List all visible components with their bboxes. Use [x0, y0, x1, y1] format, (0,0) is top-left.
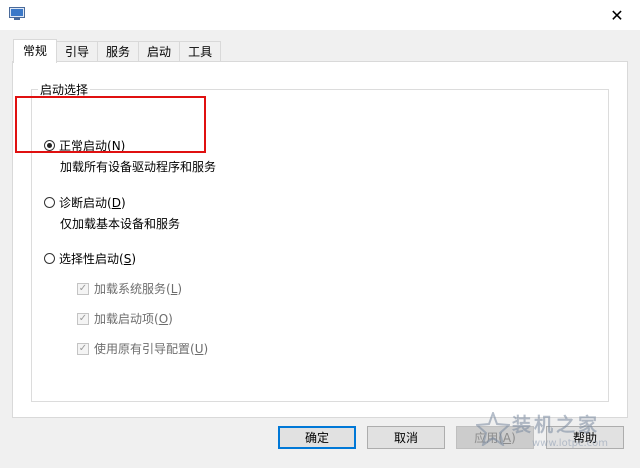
- diagnostic-startup-description: 仅加载基本设备和服务: [60, 217, 181, 231]
- dialog-client-area: 常规 引导 服务 启动 工具 启动选择 正常启动(N) 加载所有设备驱动程序和服…: [0, 30, 640, 468]
- startup-selection-group: 启动选择 正常启动(N) 加载所有设备驱动程序和服务 诊断启动(D) 仅加载基本…: [31, 81, 609, 402]
- radio-diagnostic-startup[interactable]: 诊断启动(D): [44, 194, 126, 211]
- tab-general[interactable]: 常规: [13, 39, 58, 63]
- checkmark-icon: ✓: [77, 342, 89, 355]
- radio-normal-startup[interactable]: 正常启动(N): [44, 137, 125, 154]
- tab-label: 服务: [106, 45, 131, 59]
- checkbox-label: 加载启动项(O): [94, 312, 173, 326]
- group-legend: 启动选择: [38, 81, 91, 98]
- tab-label: 工具: [188, 45, 213, 59]
- tab-startup[interactable]: 启动: [138, 41, 181, 62]
- tab-boot[interactable]: 引导: [56, 41, 99, 62]
- general-tab-panel: 启动选择 正常启动(N) 加载所有设备驱动程序和服务 诊断启动(D) 仅加载基本…: [12, 61, 628, 418]
- tab-strip: 常规 引导 服务 启动 工具: [13, 39, 222, 63]
- checkbox-load-startup-items[interactable]: ✓ 加载启动项(O): [77, 310, 173, 327]
- tab-services[interactable]: 服务: [97, 41, 140, 62]
- radio-label: 正常启动(N): [59, 139, 126, 153]
- msconfig-icon: [9, 7, 25, 20]
- normal-startup-description: 加载所有设备驱动程序和服务: [60, 160, 217, 174]
- button-label: 应用(A): [474, 431, 516, 445]
- tab-label: 引导: [65, 45, 90, 59]
- checkmark-icon: ✓: [77, 282, 89, 295]
- cancel-button[interactable]: 取消: [367, 426, 445, 449]
- button-label: 确定: [304, 431, 329, 445]
- checkmark-icon: ✓: [77, 312, 89, 325]
- tab-label: 启动: [147, 45, 172, 59]
- radio-selective-startup[interactable]: 选择性启动(S): [44, 250, 136, 267]
- radio-checked-icon: [44, 140, 55, 151]
- tab-tools[interactable]: 工具: [179, 41, 222, 62]
- ok-button[interactable]: 确定: [278, 426, 356, 449]
- button-label: 帮助: [572, 431, 597, 445]
- radio-unchecked-icon: [44, 197, 55, 208]
- close-icon: ✕: [610, 5, 624, 25]
- close-button[interactable]: ✕: [594, 0, 640, 30]
- radio-unchecked-icon: [44, 253, 55, 264]
- tab-label: 常规: [23, 44, 48, 58]
- checkbox-load-system-services[interactable]: ✓ 加载系统服务(L): [77, 280, 182, 297]
- title-bar: ✕: [0, 0, 640, 30]
- button-label: 取消: [393, 431, 418, 445]
- apply-button[interactable]: 应用(A): [456, 426, 534, 449]
- radio-label: 诊断启动(D): [59, 196, 126, 210]
- help-button[interactable]: 帮助: [546, 426, 624, 449]
- checkbox-label: 使用原有引导配置(U): [94, 342, 209, 356]
- radio-label: 选择性启动(S): [59, 252, 136, 266]
- checkbox-label: 加载系统服务(L): [94, 282, 183, 296]
- checkbox-use-original-boot-config[interactable]: ✓ 使用原有引导配置(U): [77, 340, 208, 357]
